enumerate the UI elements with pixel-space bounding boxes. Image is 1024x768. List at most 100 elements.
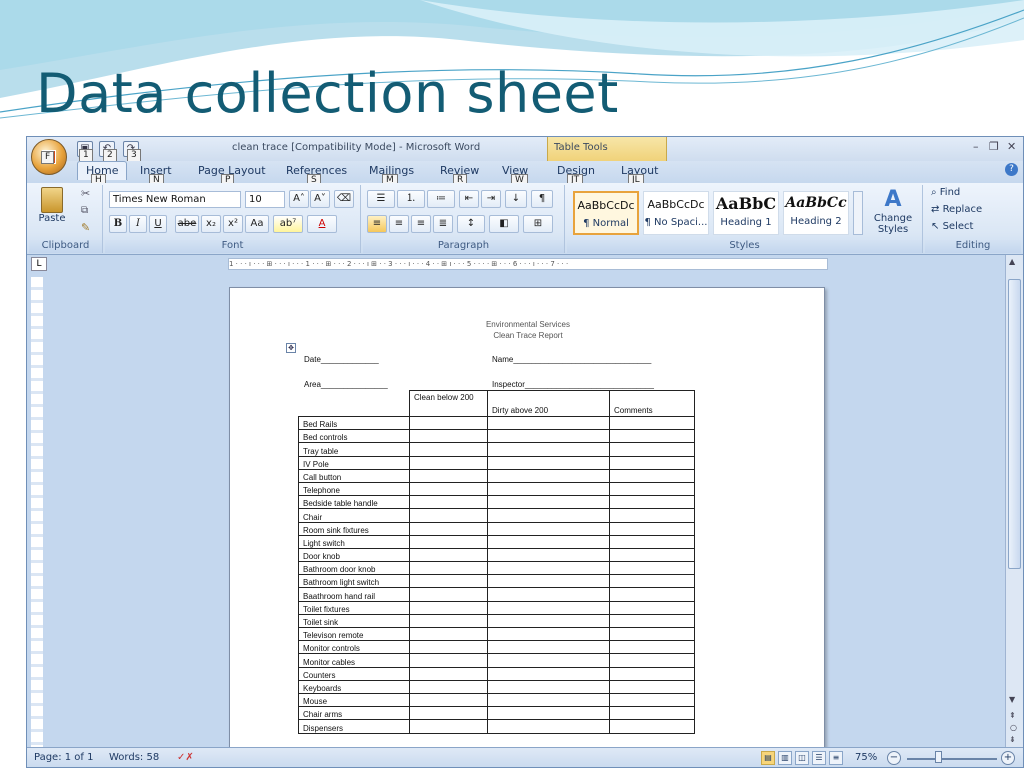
grow-font-button[interactable]: A˄ [289,190,309,208]
minimize-icon[interactable]: – [973,140,979,153]
row-label-cell[interactable]: Bathroom door knob [298,561,410,576]
style-heading-1[interactable]: AaBbC Heading 1 [713,191,779,235]
previous-page-icon[interactable]: ⇞ [1009,711,1016,720]
clean-cell[interactable] [409,613,488,629]
dirty-cell[interactable] [487,574,610,589]
comments-cell[interactable] [609,692,695,708]
clean-cell[interactable] [409,508,488,523]
row-label-cell[interactable]: Monitor controls [298,640,410,655]
clean-cell[interactable] [409,679,488,694]
comments-cell[interactable] [609,481,695,497]
clean-cell[interactable] [409,719,488,734]
dirty-cell[interactable] [487,600,610,615]
scroll-up-icon[interactable]: ▲ [1009,257,1015,266]
dirty-cell[interactable] [487,495,610,510]
dirty-cell[interactable] [487,468,610,483]
styles-scroll[interactable] [853,191,863,235]
comments-cell[interactable] [609,521,695,536]
clean-cell[interactable] [409,442,488,457]
dirty-cell[interactable] [487,508,610,523]
superscript-button[interactable]: x² [223,215,243,233]
word-count[interactable]: Words: 58 [109,752,159,763]
shrink-font-button[interactable]: A˅ [310,190,330,208]
subscript-button[interactable]: x₂ [201,215,221,233]
dirty-cell[interactable] [487,587,610,602]
dirty-cell[interactable] [487,547,610,563]
show-formatting-button[interactable]: ¶ [531,190,553,208]
row-label-cell[interactable]: IV Pole [298,455,410,470]
numbering-icon[interactable]: ⒈ [397,190,425,208]
zoom-slider-thumb[interactable] [935,751,942,763]
draft-icon[interactable]: ≡ [829,751,843,765]
browse-object-icon[interactable]: ○ [1010,723,1017,732]
italic-button[interactable]: I [129,215,147,233]
comments-cell[interactable] [609,455,695,470]
dirty-cell[interactable] [487,626,610,642]
comments-cell[interactable] [609,653,695,668]
dirty-cell[interactable] [487,679,610,694]
comments-cell[interactable] [609,587,695,602]
dirty-cell[interactable] [487,719,610,734]
font-color-icon[interactable]: A [307,215,337,233]
row-label-cell[interactable]: Baathroom hand rail [298,587,410,602]
change-styles-button[interactable]: A Change Styles [867,187,919,239]
row-label-cell[interactable]: Light switch [298,534,410,549]
row-label-cell[interactable]: Chair [298,508,410,523]
highlight-icon[interactable]: ab⁷ [273,215,303,233]
row-label-cell[interactable]: Bathroom light switch [298,574,410,589]
clean-cell[interactable] [409,666,488,681]
zoom-level[interactable]: 75% [855,752,877,763]
scroll-thumb[interactable] [1008,279,1021,569]
print-layout-icon[interactable]: ▤ [761,751,775,765]
comments-cell[interactable] [609,640,695,655]
comments-cell[interactable] [609,442,695,457]
multilevel-list-icon[interactable]: ≔ [427,190,455,208]
comments-cell[interactable] [609,613,695,629]
dirty-cell[interactable] [487,442,610,457]
row-label-cell[interactable]: Bedside table handle [298,495,410,510]
row-label-cell[interactable]: Mouse [298,692,410,708]
comments-cell[interactable] [609,679,695,694]
row-label-cell[interactable]: Door knob [298,547,410,563]
clean-cell[interactable] [409,587,488,602]
clean-cell[interactable] [409,640,488,655]
comments-cell[interactable] [609,415,695,431]
bullets-icon[interactable]: ☰ [367,190,395,208]
font-size-select[interactable]: 10 [245,191,285,208]
row-label-cell[interactable]: Monitor cables [298,653,410,668]
decrease-indent-icon[interactable]: ⇤ [459,190,479,208]
comments-cell[interactable] [609,706,695,721]
dirty-cell[interactable] [487,653,610,668]
comments-cell[interactable] [609,666,695,681]
outline-icon[interactable]: ☰ [812,751,826,765]
align-right-icon[interactable]: ≡ [411,215,431,233]
comments-cell[interactable] [609,534,695,549]
row-label-cell[interactable]: Toilet sink [298,613,410,629]
row-label-cell[interactable]: Telephone [298,481,410,497]
style-no-spacing[interactable]: AaBbCcDc ¶ No Spaci... [643,191,709,235]
dirty-cell[interactable] [487,415,610,431]
row-label-cell[interactable]: Chair arms [298,706,410,721]
row-label-cell[interactable]: Dispensers [298,719,410,734]
bold-button[interactable]: B [109,215,127,233]
shading-icon[interactable]: ◧ [489,215,519,233]
row-label-cell[interactable]: Counters [298,666,410,681]
clean-cell[interactable] [409,574,488,589]
area-field[interactable]: Area_______________ [304,380,388,389]
row-label-cell[interactable]: Tray table [298,442,410,457]
clean-cell[interactable] [409,481,488,497]
comments-cell[interactable] [609,495,695,510]
line-spacing-icon[interactable]: ↕ [457,215,485,233]
office-button[interactable]: F [31,139,67,175]
tab-stop-selector[interactable]: L [31,257,47,271]
clean-cell[interactable] [409,561,488,576]
sort-icon[interactable]: ↓ [505,190,527,208]
table-move-handle[interactable]: ✥ [286,343,296,353]
dirty-cell[interactable] [487,640,610,655]
row-label-cell[interactable]: Room sink fixtures [298,521,410,536]
style-heading-2[interactable]: AaBbCc Heading 2 [783,191,849,235]
clean-cell[interactable] [409,600,488,615]
dirty-cell[interactable] [487,666,610,681]
row-label-cell[interactable]: Televison remote [298,626,410,642]
comments-cell[interactable] [609,468,695,483]
